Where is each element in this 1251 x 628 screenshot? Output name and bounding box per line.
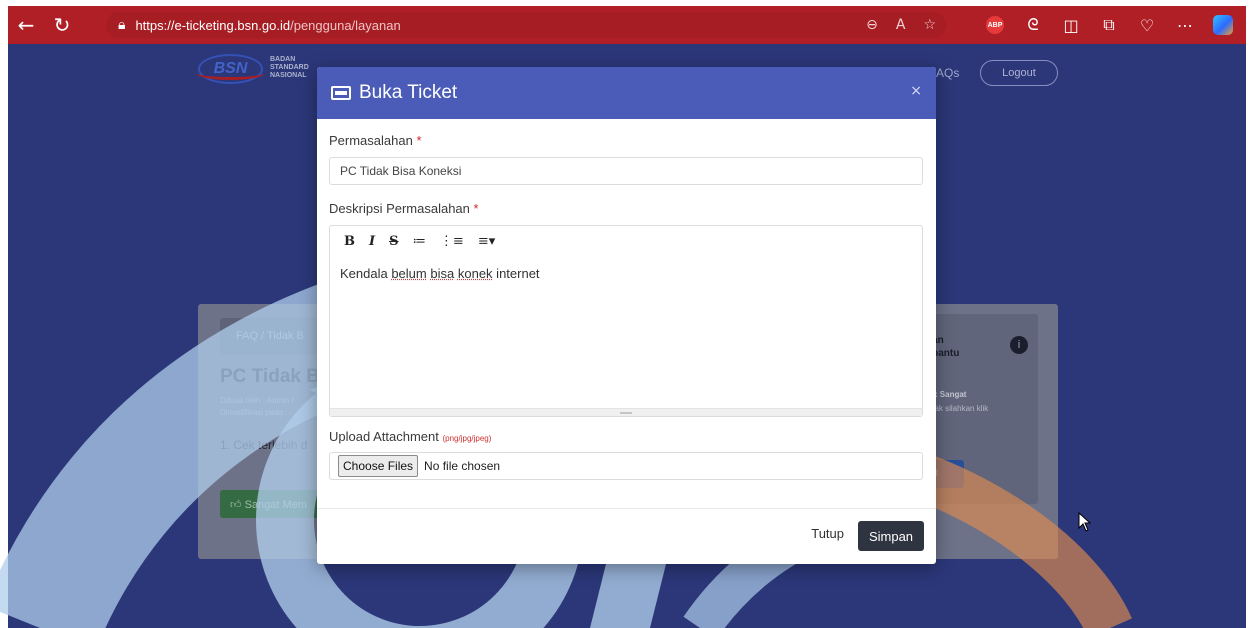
- editor-resize-handle[interactable]: [330, 408, 922, 416]
- modal-footer: Tutup Simpan: [317, 508, 936, 564]
- mouse-cursor-icon: [1078, 512, 1092, 532]
- required-mark: *: [473, 201, 479, 216]
- refresh-icon[interactable]: ↻: [44, 6, 80, 44]
- align-dropdown-button[interactable]: ≡▾: [478, 234, 495, 249]
- open-ticket-modal: Buka Ticket × Permasalahan * PC Tidak Bi…: [317, 67, 936, 564]
- choose-files-button[interactable]: Choose Files: [338, 455, 419, 477]
- editor-toolbar: B I S ≔ ⋮≡ ≡▾: [330, 226, 922, 256]
- description-editor: B I S ≔ ⋮≡ ≡▾ Kendala belum bisa konek i…: [329, 225, 923, 417]
- problem-label: Permasalahan *: [329, 133, 924, 148]
- url-host: https://e-ticketing.bsn.go.id: [135, 17, 291, 33]
- close-icon[interactable]: ×: [910, 83, 922, 99]
- more-menu-icon[interactable]: ⋯: [1168, 6, 1202, 44]
- back-icon[interactable]: ←: [8, 6, 44, 44]
- address-bar[interactable]: 🔒︎ https://e-ticketing.bsn.go.id/penggun…: [106, 12, 946, 38]
- ticket-icon: [331, 86, 351, 100]
- editor-word-belum: belum: [391, 266, 427, 281]
- description-label: Deskripsi Permasalahan *: [329, 201, 924, 216]
- collections-icon[interactable]: ⧉: [1092, 6, 1126, 44]
- bold-button[interactable]: B: [344, 234, 355, 249]
- lock-icon: 🔒︎: [118, 17, 126, 33]
- url-path: /pengguna/layanan: [290, 17, 401, 33]
- problem-input[interactable]: PC Tidak Bisa Koneksi: [329, 157, 923, 185]
- description-label-text: Deskripsi Permasalahan: [329, 201, 470, 216]
- file-input[interactable]: Choose Files No file chosen: [329, 452, 923, 480]
- zoom-icon[interactable]: ⊖: [866, 17, 878, 33]
- no-file-text: No file chosen: [424, 459, 501, 473]
- read-aloud-icon[interactable]: A: [896, 17, 906, 33]
- copilot-icon[interactable]: [1206, 6, 1240, 44]
- save-button[interactable]: Simpan: [858, 521, 924, 551]
- problem-label-text: Permasalahan: [329, 133, 413, 148]
- extension-icon[interactable]: ᘓ: [1016, 6, 1050, 44]
- editor-content[interactable]: Kendala belum bisa konek internet: [330, 256, 922, 291]
- modal-header: Buka Ticket ×: [317, 67, 936, 119]
- editor-text-1: Kendala: [340, 266, 392, 281]
- modal-body: Permasalahan * PC Tidak Bisa Koneksi Des…: [317, 119, 936, 480]
- modal-title: Buka Ticket: [359, 82, 458, 103]
- numbered-list-button[interactable]: ⋮≡: [440, 234, 464, 249]
- editor-text-2: internet: [492, 266, 540, 281]
- editor-word-bisa: bisa: [430, 266, 455, 281]
- strikethrough-button[interactable]: S: [389, 234, 398, 249]
- close-button[interactable]: Tutup: [811, 526, 844, 541]
- favorite-star-icon[interactable]: ☆: [923, 17, 936, 33]
- adblock-icon[interactable]: ABP: [978, 6, 1012, 44]
- upload-label-text: Upload Attachment: [329, 429, 439, 444]
- screen: ← ↻ 🔒︎ https://e-ticketing.bsn.go.id/pen…: [0, 0, 1251, 628]
- browser-essentials-icon[interactable]: ♡: [1130, 6, 1164, 44]
- italic-button[interactable]: I: [369, 234, 375, 249]
- browser-toolbar: ← ↻ 🔒︎ https://e-ticketing.bsn.go.id/pen…: [8, 6, 1246, 44]
- upload-label: Upload Attachment (png/jpg/jpeg): [329, 429, 924, 444]
- bullet-list-button[interactable]: ≔: [412, 234, 425, 249]
- upload-note: (png/jpg/jpeg): [442, 434, 492, 443]
- split-screen-icon[interactable]: ◫: [1054, 6, 1088, 44]
- editor-word-konek: konek: [457, 266, 493, 281]
- required-mark: *: [416, 133, 422, 148]
